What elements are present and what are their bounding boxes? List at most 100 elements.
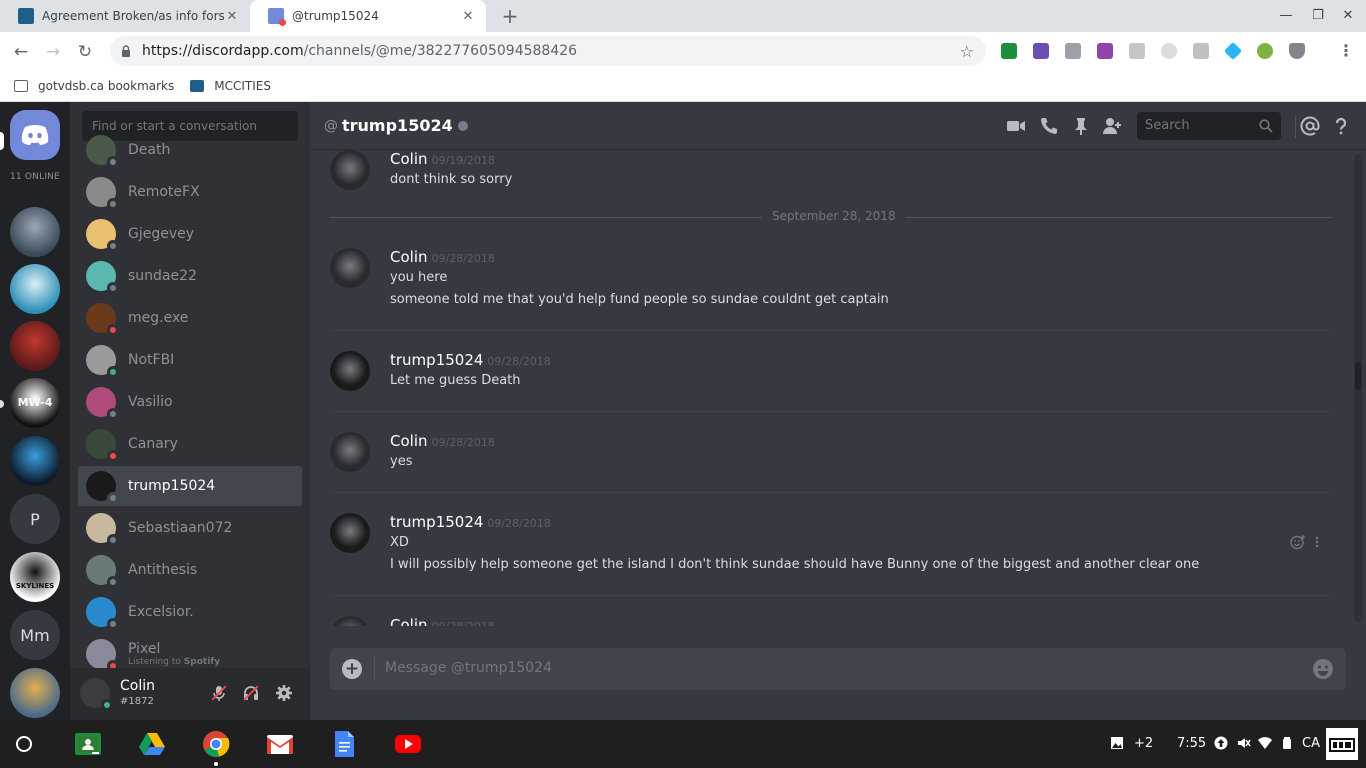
server-icon-8[interactable] [10,668,60,718]
dm-item[interactable]: trump15024 [78,466,302,506]
dm-item[interactable]: RemoteFX [78,172,302,212]
minimize-button[interactable]: — [1276,6,1296,26]
video-call-icon[interactable] [1006,116,1026,136]
help-question-icon[interactable] [1331,116,1351,136]
server-icon-2[interactable] [10,321,60,371]
server-icon-7[interactable]: Mm [10,610,60,660]
message-avatar[interactable] [330,150,370,190]
message-input-placeholder[interactable]: Message @trump15024 [385,660,552,676]
classroom-icon[interactable] [1001,43,1017,59]
dm-item[interactable]: Antithesis [78,550,302,590]
message-author[interactable]: Colin [390,248,428,266]
image-notification-icon[interactable] [1110,736,1124,750]
mute-microphone-icon[interactable] [210,684,228,702]
message-more-options-icon[interactable] [1312,534,1322,550]
back-button[interactable]: ← [10,41,32,63]
dm-item[interactable]: Death [78,130,302,170]
update-available-icon[interactable] [1214,736,1228,750]
message-list: September 28, 2018 Colin 09/19/2018 dont t… [310,150,1354,626]
chrome-menu-icon[interactable]: ⋮ [1338,41,1354,61]
classroom-icon[interactable] [74,730,102,758]
tab-close-icon[interactable]: ✕ [224,9,240,24]
bookmark-folder-gotvdsb[interactable]: gotvdsb.ca bookmarks [14,79,174,93]
shield-icon[interactable] [1289,43,1305,59]
reload-button[interactable]: ↻ [74,41,96,63]
message-avatar[interactable] [330,432,370,472]
address-bar[interactable]: https://discordapp.com/channels/@me/3822… [110,36,986,66]
server-icon-4[interactable] [10,436,60,486]
launcher-icon[interactable] [16,736,32,752]
copy-icon[interactable] [1065,43,1081,59]
pinned-messages-icon[interactable] [1071,116,1091,136]
add-friend-to-dm-icon[interactable] [1102,116,1122,136]
emoji-picker-icon[interactable] [1312,658,1334,680]
dm-item[interactable]: Sebastiaan072 [78,508,302,548]
puzzle-icon[interactable] [1129,43,1145,59]
drive-icon[interactable] [138,730,166,758]
upload-file-plus-icon[interactable]: + [342,659,362,679]
chrome-icon[interactable] [202,730,230,758]
android-icon[interactable] [1257,43,1273,59]
message-group-separator [330,492,1332,493]
new-tab-button[interactable]: + [498,4,522,28]
diamond-icon[interactable] [1223,41,1243,61]
dm-status-dot [107,282,119,294]
dm-item[interactable]: Vasilio [78,382,302,422]
dm-name: Excelsior. [128,604,194,620]
notification-count[interactable]: +2 [1134,736,1153,751]
tab-agreement-broken[interactable]: Agreement Broken/as info forsal ✕ [0,0,250,32]
bookmark-mccities[interactable]: MCCITIES [190,79,271,93]
discord-home-button[interactable] [10,110,60,160]
bookmark-star-icon[interactable]: ☆ [960,42,974,61]
message-avatar[interactable] [330,616,370,626]
dm-item[interactable]: Pixel Listening to Spotify [78,634,302,668]
forward-button[interactable]: → [42,41,64,63]
dm-item[interactable]: meg.exe [78,298,302,338]
add-reaction-icon[interactable] [1290,534,1306,550]
message-composer[interactable]: + Message @trump15024 [330,648,1346,690]
textwarp-icon[interactable] [1097,43,1113,59]
tab-trump15024[interactable]: @trump15024 ✕ [250,0,486,32]
message-author[interactable]: trump15024 [390,513,483,531]
pdf-icon[interactable] [1033,43,1049,59]
nerd-avatar-icon[interactable] [1326,728,1358,760]
message-avatar[interactable] [330,351,370,391]
dm-item[interactable]: Excelsior. [78,592,302,632]
gmail-icon[interactable] [266,730,294,758]
dm-item[interactable]: sundae22 [78,256,302,296]
clock-time[interactable]: 7:55 [1177,736,1206,751]
scrollbar-thumb[interactable] [1355,362,1361,390]
help-icon[interactable] [1161,43,1177,59]
server-icon-5[interactable]: P [10,494,60,544]
dm-item[interactable]: Canary [78,424,302,464]
user-settings-gear-icon[interactable] [275,684,293,702]
message-scrollbar[interactable] [1354,154,1362,622]
docs-icon[interactable] [330,730,358,758]
message-author[interactable]: Colin [390,616,428,626]
dm-item[interactable]: NotFBI [78,340,302,380]
bitly-icon[interactable] [1193,43,1209,59]
tab-close-icon[interactable]: ✕ [460,9,476,24]
server-icon-6[interactable]: SKYLINES [10,552,60,602]
message-avatar[interactable] [330,513,370,553]
deafen-headphones-icon[interactable] [242,684,260,702]
input-locale[interactable]: CA [1302,736,1320,751]
server-icon-1[interactable] [10,264,60,314]
server-icon-3[interactable]: MW-4 [10,378,60,428]
message-author[interactable]: Colin [390,432,428,450]
header-search-input[interactable]: Search [1137,112,1281,140]
maximize-button[interactable]: ❐ [1308,6,1328,26]
close-window-button[interactable]: ✕ [1338,6,1358,26]
message-author[interactable]: trump15024 [390,351,483,369]
dm-status-dot [107,240,119,252]
battery-icon[interactable] [1280,736,1294,750]
volume-muted-icon[interactable] [1237,736,1251,750]
wifi-icon[interactable] [1258,736,1272,750]
message-avatar[interactable] [330,248,370,288]
server-icon-0[interactable] [10,207,60,257]
dm-item[interactable]: Gjegevey [78,214,302,254]
youtube-icon[interactable] [394,730,422,758]
mentions-icon[interactable] [1300,116,1320,136]
message-author[interactable]: Colin [390,150,428,168]
voice-call-icon[interactable] [1039,116,1059,136]
